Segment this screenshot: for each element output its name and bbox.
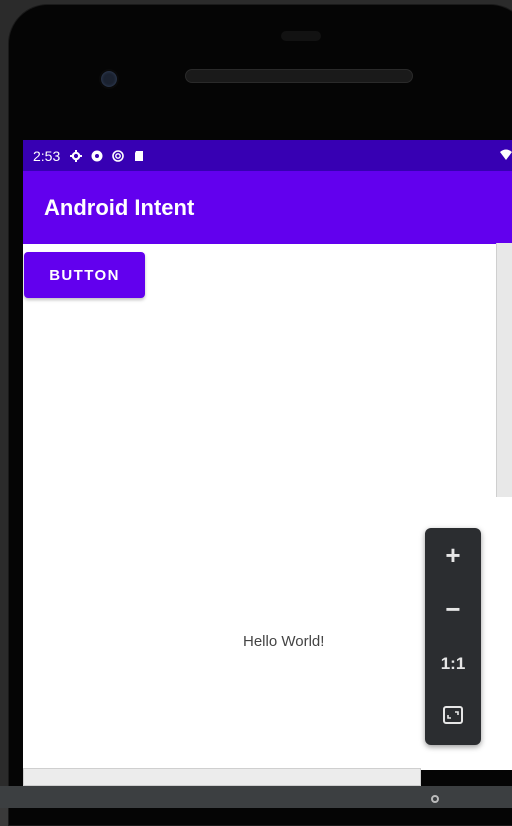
proximity-sensor [281, 31, 321, 41]
hello-text: Hello World! [243, 633, 325, 650]
zoom-controls: + − 1:1 [425, 528, 481, 745]
horizontal-scrollbar[interactable] [23, 768, 421, 786]
wifi-icon [500, 148, 512, 160]
fit-screen-icon [442, 702, 464, 733]
status-time: 2:53 [33, 147, 61, 164]
zoom-out-button[interactable]: − [433, 589, 473, 629]
front-camera-icon [99, 69, 119, 89]
fit-screen-button[interactable] [433, 698, 473, 738]
status-bar: 2:53 [23, 140, 512, 171]
earpiece-speaker [185, 69, 413, 83]
main-button[interactable]: BUTTON [24, 252, 145, 298]
settings-icon [70, 149, 83, 162]
actual-size-button[interactable]: 1:1 [433, 644, 473, 684]
sync-icon [112, 149, 125, 162]
app-bar: Android Intent [23, 171, 512, 244]
settings-icon[interactable] [428, 792, 442, 806]
zoom-in-button[interactable]: + [433, 535, 473, 575]
vertical-scrollbar[interactable] [496, 243, 512, 497]
app-title: Android Intent [44, 194, 195, 220]
sd-card-icon [133, 150, 145, 162]
shield-icon [91, 150, 103, 162]
